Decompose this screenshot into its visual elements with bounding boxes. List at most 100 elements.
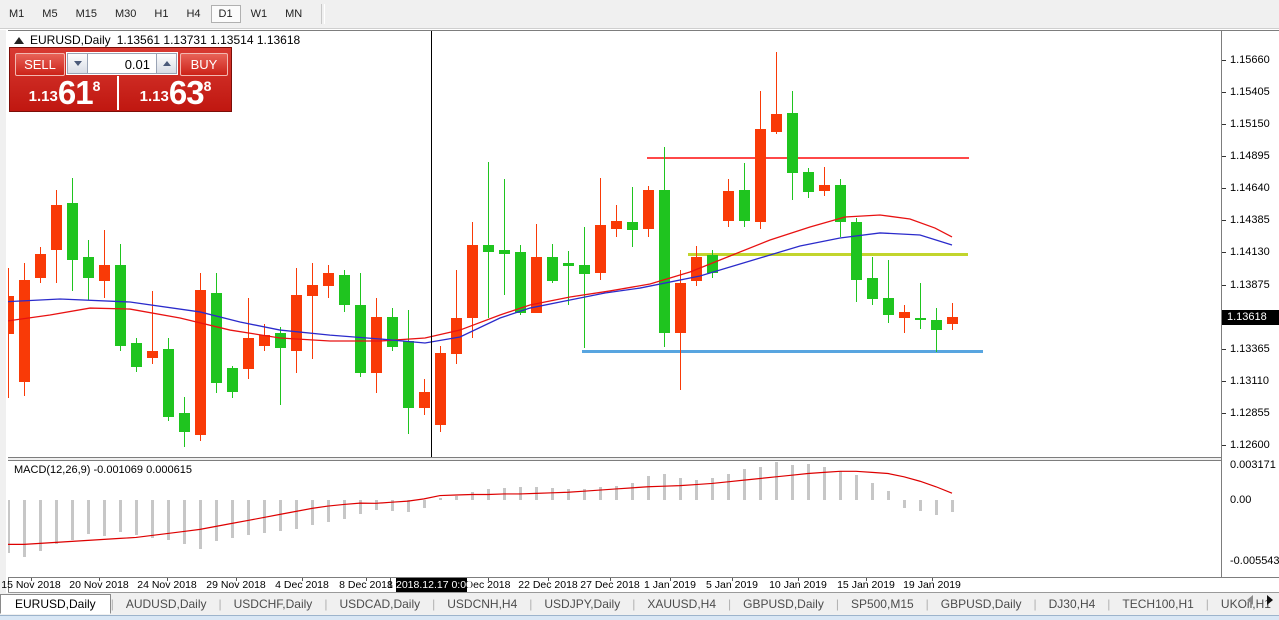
timeframe-button-M15[interactable]: M15: [68, 5, 105, 23]
date-axis-label: 29 Nov 2018: [206, 579, 266, 591]
macd-histogram-bar: [311, 500, 314, 525]
candle-body: [883, 298, 894, 316]
tab-xauusd-h4[interactable]: XAUUSD,H4: [635, 595, 728, 613]
price-tick: [1222, 413, 1226, 414]
candle-body: [723, 191, 734, 221]
status-strip: [0, 615, 1279, 620]
macd-histogram-bar: [359, 500, 362, 514]
macd-histogram-bar: [551, 488, 554, 500]
lot-size-group: 0.01: [66, 52, 178, 75]
macd-histogram-bar: [407, 500, 410, 512]
price-axis-label: 1.12600: [1230, 439, 1270, 451]
candle-body: [131, 343, 142, 367]
buy-price-pip: 8: [204, 78, 212, 94]
macd-histogram-bar: [167, 500, 170, 540]
timeframe-button-MN[interactable]: MN: [277, 5, 310, 23]
candle-body: [435, 353, 446, 425]
macd-histogram-bar: [151, 500, 154, 538]
price-axis-label: 1.14895: [1230, 150, 1270, 162]
candle-body: [563, 263, 574, 267]
macd-histogram-bar: [391, 500, 394, 511]
tab-gbpusd-daily[interactable]: GBPUSD,Daily: [731, 595, 836, 613]
tab-tech100-h1[interactable]: TECH100,H1: [1110, 595, 1205, 613]
timeframe-button-H1[interactable]: H1: [146, 5, 176, 23]
candle-body: [355, 305, 366, 373]
candle-wick: [488, 162, 489, 318]
macd-histogram-bar: [567, 489, 570, 500]
sell-price-quote[interactable]: 1.13618: [12, 76, 119, 110]
lot-size-input[interactable]: 0.01: [88, 53, 156, 74]
candle-body: [515, 252, 526, 312]
timeframe-button-H4[interactable]: H4: [178, 5, 208, 23]
tab-eurusd-daily[interactable]: EURUSD,Daily: [0, 594, 111, 614]
macd-histogram-bar: [663, 474, 666, 500]
timeframe-button-M5[interactable]: M5: [34, 5, 65, 23]
buy-button[interactable]: BUY: [180, 53, 228, 76]
macd-histogram-bar: [615, 486, 618, 500]
price-tick: [1222, 124, 1226, 125]
price-axis-label: 1.15150: [1230, 118, 1270, 130]
candle-wick: [104, 230, 105, 298]
macd-histogram-bar: [327, 500, 330, 522]
candle-wick: [584, 227, 585, 348]
macd-histogram-bar: [631, 483, 634, 500]
symbol-marker-icon: [14, 37, 24, 44]
candle-body: [99, 265, 110, 281]
macd-histogram-bar: [183, 500, 186, 544]
date-axis-label: 15 Jan 2019: [837, 579, 895, 591]
macd-panel[interactable]: [8, 461, 1221, 577]
candle-body: [483, 245, 494, 253]
timeframe-button-W1[interactable]: W1: [243, 5, 276, 23]
tab-sp500-m15[interactable]: SP500,M15: [839, 595, 926, 613]
candle-wick: [824, 167, 825, 196]
timeframe-button-D1[interactable]: D1: [211, 5, 241, 23]
candle-body: [675, 283, 686, 333]
candle-body: [403, 341, 414, 409]
scroll-right-icon[interactable]: [1267, 595, 1273, 605]
sell-button[interactable]: SELL: [15, 53, 65, 76]
macd-histogram-bar: [423, 500, 426, 508]
candle-body: [579, 265, 590, 274]
macd-histogram-bar: [279, 500, 282, 531]
candle-wick: [904, 305, 905, 333]
tab-usdcad-daily[interactable]: USDCAD,Daily: [327, 595, 432, 613]
macd-histogram-bar: [727, 474, 730, 500]
macd-histogram-bar: [759, 467, 762, 500]
tab-audusd-daily[interactable]: AUDUSD,Daily: [114, 595, 219, 613]
date-axis-label: Dec 2018: [466, 579, 511, 591]
candle-wick: [568, 251, 569, 305]
macd-histogram-bar: [215, 500, 218, 541]
candle-body: [595, 225, 606, 273]
macd-histogram-bar: [39, 500, 42, 551]
date-axis-label: 20 Nov 2018: [69, 579, 129, 591]
buy-price-prefix: 1.13: [140, 88, 169, 105]
macd-histogram-bar: [583, 489, 586, 500]
chart-tabs: EURUSD,Daily|AUDUSD,Daily|USDCHF,Daily|U…: [0, 593, 1279, 615]
price-tick: [1222, 220, 1226, 221]
lot-increase-button[interactable]: [156, 53, 177, 74]
candle-body: [35, 254, 46, 278]
macd-histogram-bar: [87, 500, 90, 534]
tab-gbpusd-daily[interactable]: GBPUSD,Daily: [929, 595, 1034, 613]
chart-title: EURUSD,Daily 1.13561 1.13731 1.13514 1.1…: [14, 33, 300, 47]
timeframe-button-M30[interactable]: M30: [107, 5, 144, 23]
macd-histogram-bar: [935, 500, 938, 515]
tab-usdjpy-daily[interactable]: USDJPY,Daily: [532, 595, 632, 613]
scroll-left-icon[interactable]: [1247, 595, 1253, 605]
tab-usdcnh-h4[interactable]: USDCNH,H4: [435, 595, 529, 613]
macd-axis-label: 0.00: [1230, 494, 1251, 506]
date-axis-label: 19 Jan 2019: [903, 579, 961, 591]
candle-body: [291, 295, 302, 350]
macd-histogram-bar: [775, 462, 778, 500]
tab-usdchf-daily[interactable]: USDCHF,Daily: [222, 595, 325, 613]
price-axis-label: 1.13110: [1230, 375, 1269, 387]
macd-histogram-bar: [711, 478, 714, 500]
buy-price-quote[interactable]: 1.13638: [122, 76, 229, 110]
price-axis-label: 1.13365: [1230, 343, 1270, 355]
date-axis-label: 22 Dec 2018: [518, 579, 578, 591]
date-axis-label: 27 Dec 2018: [580, 579, 640, 591]
macd-histogram-bar: [695, 480, 698, 500]
lot-decrease-button[interactable]: [67, 53, 88, 74]
timeframe-button-M1[interactable]: M1: [1, 5, 32, 23]
tab-dj30-h4[interactable]: DJ30,H4: [1037, 595, 1108, 613]
